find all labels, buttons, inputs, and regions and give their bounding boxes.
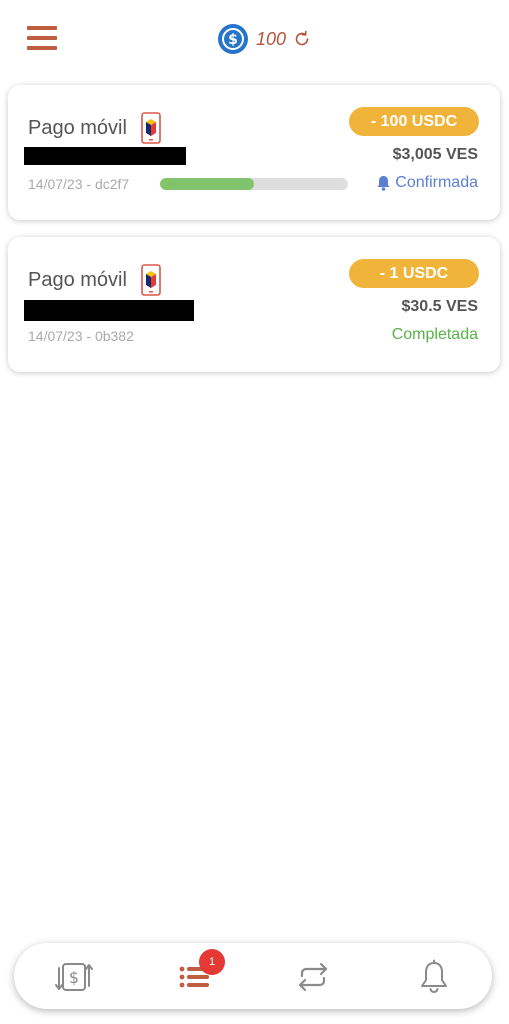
mobile-payment-icon	[141, 112, 161, 144]
mobile-payment-icon	[141, 264, 161, 296]
ves-amount: $30.5 VES	[401, 298, 479, 315]
amount-badge: - 1 USDC	[349, 259, 479, 288]
bell-icon	[421, 959, 447, 994]
nav-notifications-button[interactable]	[415, 958, 453, 996]
app: $ 100 Pago móvil 14/07/23 - dc2f7 - 100 …	[0, 0, 509, 1024]
status-completed: Completada	[392, 326, 478, 344]
transaction-meta: 14/07/23 - dc2f7	[28, 176, 130, 192]
redacted-info	[24, 147, 186, 165]
progress-bar	[160, 178, 348, 190]
ves-amount: $3,005 VES	[392, 146, 478, 163]
refresh-icon[interactable]	[292, 29, 312, 49]
transaction-card[interactable]: Pago móvil 14/07/23 - 0b382 - 1 USDC $30…	[8, 237, 500, 372]
notification-badge: 1	[199, 949, 225, 975]
hamburger-icon	[27, 26, 57, 50]
balance-display: $ 100	[218, 22, 312, 56]
swap-icon	[298, 962, 328, 992]
exchange-icon: $	[55, 963, 93, 991]
payment-method: Pago móvil	[28, 264, 161, 296]
svg-text:$: $	[69, 968, 79, 987]
bell-icon	[377, 176, 390, 191]
menu-button[interactable]	[27, 26, 57, 50]
transaction-meta: 14/07/23 - 0b382	[28, 328, 134, 344]
status-confirmed: Confirmada	[376, 174, 478, 192]
bottom-nav: $ 1	[14, 943, 492, 1009]
status-label: Confirmada	[395, 174, 478, 191]
payment-method: Pago móvil	[28, 112, 161, 144]
progress-fill	[160, 178, 254, 190]
transaction-card[interactable]: Pago móvil 14/07/23 - dc2f7 - 100 USDC $…	[8, 85, 500, 220]
usdc-icon: $	[218, 24, 248, 54]
header: $ 100	[0, 0, 509, 80]
payment-method-label: Pago móvil	[28, 268, 127, 291]
status-label: Completada	[391, 326, 478, 343]
nav-swap-button[interactable]	[294, 958, 332, 996]
amount-badge: - 100 USDC	[349, 107, 479, 136]
svg-text:$: $	[228, 32, 238, 48]
payment-method-label: Pago móvil	[28, 116, 127, 139]
balance-value: 100	[256, 28, 287, 49]
redacted-info	[24, 300, 194, 321]
nav-exchange-button[interactable]: $	[55, 958, 93, 996]
